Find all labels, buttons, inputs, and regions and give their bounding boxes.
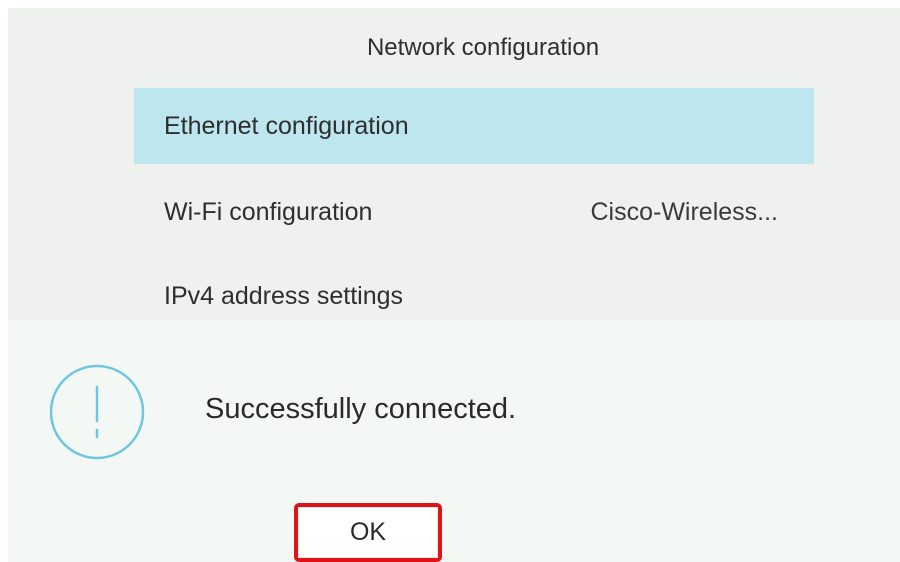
menu-item-wifi-configuration[interactable]: Wi-Fi configuration Cisco-Wireless... xyxy=(134,174,814,250)
wifi-network-name: Cisco-Wireless... xyxy=(590,197,778,226)
exclamation-circle-icon xyxy=(49,364,145,460)
menu-item-ethernet-configuration[interactable]: Ethernet configuration xyxy=(134,88,814,164)
connection-success-dialog: Successfully connected. OK xyxy=(8,320,900,562)
menu-item-label: IPv4 address settings xyxy=(164,281,404,310)
dialog-message: Successfully connected. xyxy=(205,393,517,425)
phone-screen: Network configuration Ethernet configura… xyxy=(0,0,900,562)
network-configuration-menu: Network configuration Ethernet configura… xyxy=(8,8,900,320)
menu-item-label: Wi-Fi configuration xyxy=(164,197,373,226)
menu-item-label: Ethernet configuration xyxy=(164,111,409,140)
ok-button[interactable]: OK xyxy=(298,507,438,558)
menu-title: Network configuration xyxy=(366,34,600,61)
